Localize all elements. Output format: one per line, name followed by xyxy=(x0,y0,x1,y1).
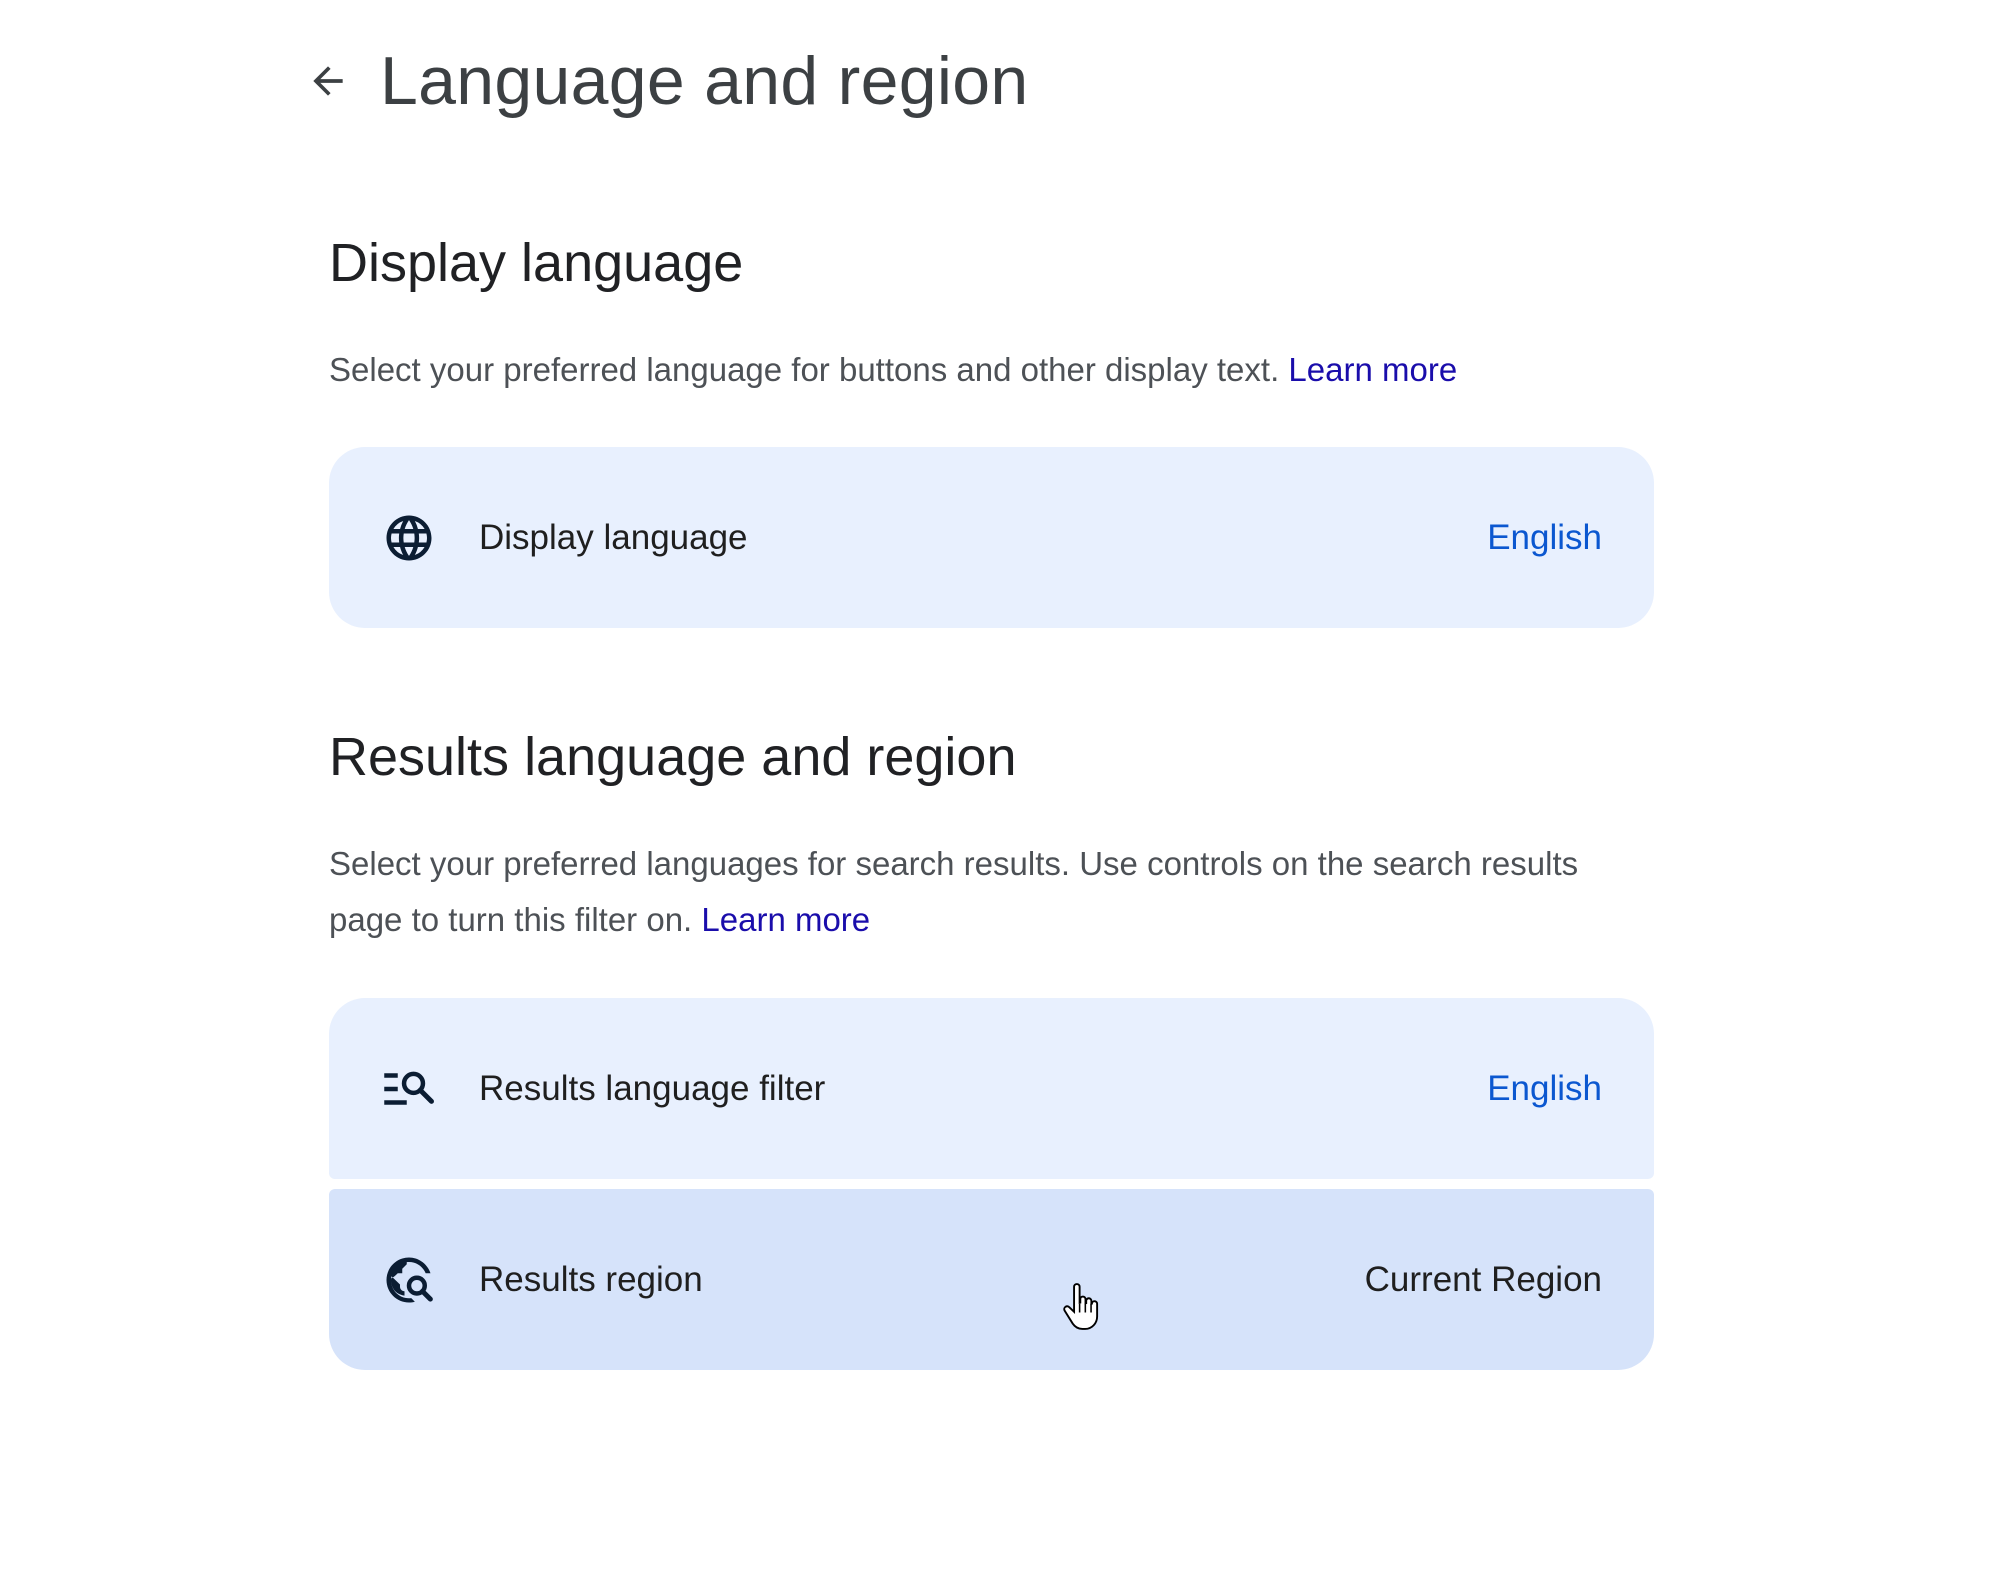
description-text: Select your preferred languages for sear… xyxy=(329,845,1579,938)
display-language-row[interactable]: Display language English xyxy=(329,447,1654,628)
back-button[interactable] xyxy=(296,49,360,113)
results-language-filter-row[interactable]: Results language filter English xyxy=(329,998,1654,1179)
display-language-description-block: Select your preferred language for butto… xyxy=(329,342,1654,398)
hand-pointer-icon xyxy=(1063,1283,1099,1330)
display-language-section: Display language xyxy=(329,228,1654,298)
section-description: Select your preferred languages for sear… xyxy=(329,836,1629,948)
page: Language and region Display language Sel… xyxy=(0,0,1990,1575)
results-description-block: Select your preferred languages for sear… xyxy=(329,836,1629,948)
section-description: Select your preferred language for butto… xyxy=(329,342,1654,398)
results-region-row[interactable]: Results region Current Region xyxy=(329,1189,1654,1370)
page-title: Language and region xyxy=(380,43,1029,119)
row-value: English xyxy=(1487,1068,1602,1108)
row-label: Results language filter xyxy=(479,1068,826,1108)
description-text: Select your preferred language for butto… xyxy=(329,351,1280,388)
learn-more-link[interactable]: Learn more xyxy=(701,901,870,938)
learn-more-link[interactable]: Learn more xyxy=(1288,351,1457,388)
section-title: Display language xyxy=(329,233,744,293)
globe-search-icon xyxy=(381,1252,437,1308)
page-header: Language and region xyxy=(296,36,1029,126)
globe-icon xyxy=(381,510,437,566)
row-value: Current Region xyxy=(1364,1259,1602,1299)
results-language-section: Results language and region xyxy=(329,722,1654,792)
arrow-back-icon xyxy=(313,66,343,96)
row-value: English xyxy=(1487,517,1602,557)
section-title: Results language and region xyxy=(329,727,1017,787)
row-label: Display language xyxy=(479,517,748,557)
row-label: Results region xyxy=(479,1259,703,1299)
filter-search-icon xyxy=(381,1061,437,1117)
